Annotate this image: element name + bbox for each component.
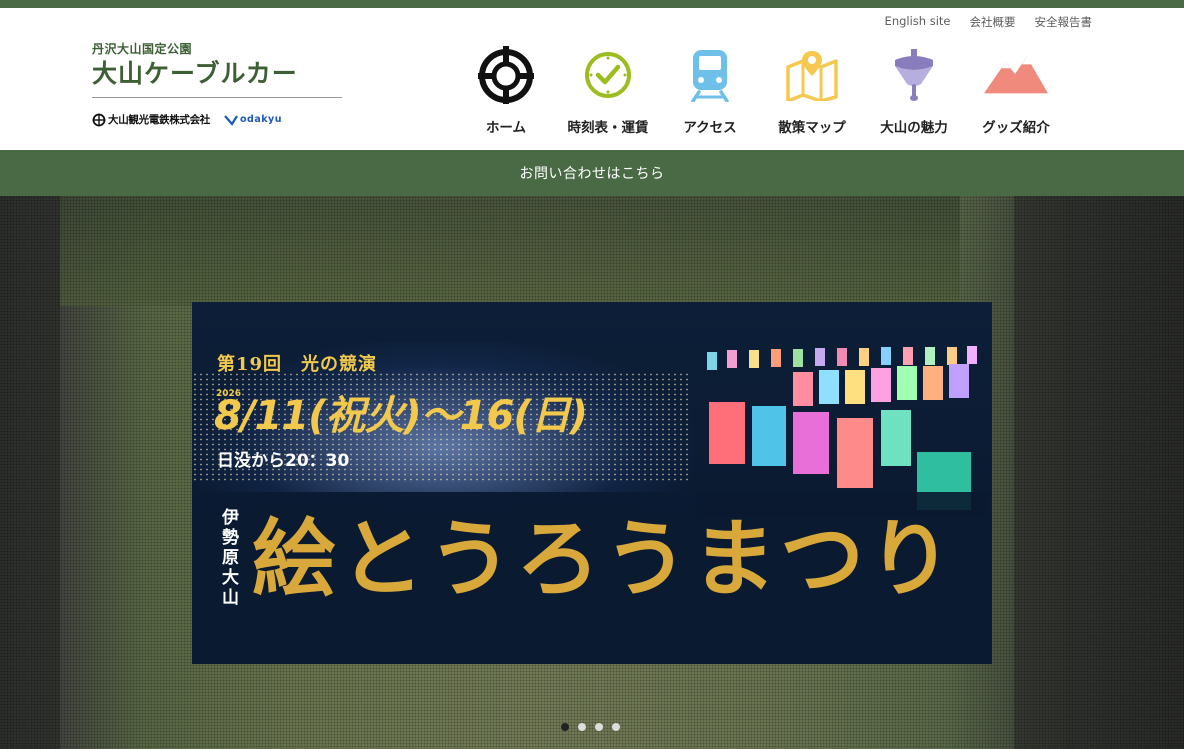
site-logo[interactable]: 丹沢大山国定公園 大山ケーブルカー 大山観光電鉄株式会社 odakyu [92, 40, 342, 127]
odakyu-logo: odakyu [224, 114, 282, 126]
slider-pagination [561, 723, 620, 731]
festival-banner[interactable]: 第19回 光の競演 2026 8/11(祝火)～16(日) 日没から20：30 … [192, 302, 992, 664]
company-overview-link[interactable]: 会社概要 [970, 14, 1016, 30]
slider-dot[interactable] [595, 723, 603, 731]
nav-label-goods: グッズ紹介 [982, 120, 1050, 136]
safety-report-link[interactable]: 安全報告書 [1035, 14, 1093, 30]
partner-logos: 大山観光電鉄株式会社 odakyu [92, 112, 342, 127]
nav-label-timetable: 時刻表・運賃 [567, 120, 649, 136]
banner-lanterns-image [697, 346, 987, 517]
odakyu-brand-name: odakyu [240, 114, 283, 125]
slider-dot[interactable] [578, 723, 586, 731]
banner-title: 絵とうろうまつり [252, 509, 957, 608]
site-header: English site 会社概要 安全報告書 丹沢大山国定公園 大山ケーブルカ… [0, 8, 1184, 150]
clock-icon [576, 42, 640, 108]
contact-link[interactable]: お問い合わせはこちら [520, 163, 665, 183]
home-logo-icon [474, 42, 538, 108]
map-icon [780, 42, 844, 108]
logo-divider [92, 97, 342, 98]
banner-time: 日没から20：30 [217, 451, 350, 471]
nav-label-access: アクセス [683, 120, 737, 136]
nav-item-attractions[interactable]: 大山の魅力 [863, 42, 965, 136]
utility-links: English site 会社概要 安全報告書 [885, 14, 1092, 30]
slider-dot[interactable] [612, 723, 620, 731]
nav-label-attractions: 大山の魅力 [880, 120, 948, 136]
nav-item-map[interactable]: 散策マップ [761, 42, 863, 136]
slider-dot[interactable] [561, 723, 569, 731]
hero-slider: 第19回 光の競演 2026 8/11(祝火)～16(日) 日没から20：30 … [0, 196, 1184, 749]
banner-edition: 第19回 光の競演 [217, 354, 378, 375]
nav-item-timetable[interactable]: 時刻表・運賃 [557, 42, 659, 136]
contact-bar: お問い合わせはこちら [0, 150, 1184, 196]
nav-item-goods[interactable]: グッズ紹介 [965, 42, 1067, 136]
logo-subtitle: 丹沢大山国定公園 [92, 42, 193, 56]
banner-place: 伊勢原大山 [222, 508, 239, 608]
main-nav: ホーム 時刻表・運賃 アクセス 散策マップ 大山の魅力 グッズ紹介 [455, 42, 1067, 136]
train-icon [678, 42, 742, 108]
mountain-icon [984, 42, 1048, 108]
top-accent-strip [0, 0, 1184, 8]
company-emblem-icon [92, 113, 106, 126]
banner-dates: 8/11(祝火)～16(日) [214, 393, 588, 439]
nav-label-home: ホーム [485, 120, 527, 136]
nav-item-access[interactable]: アクセス [659, 42, 761, 136]
spinning-top-icon [882, 42, 946, 108]
odakyu-mark-icon [224, 114, 238, 126]
partner-company-name: 大山観光電鉄株式会社 [108, 114, 210, 126]
nav-label-map: 散策マップ [778, 120, 846, 136]
partner-company-logo: 大山観光電鉄株式会社 [92, 112, 210, 127]
nav-item-home[interactable]: ホーム [455, 42, 557, 136]
logo-title: 大山ケーブルカー [92, 59, 298, 88]
english-site-link[interactable]: English site [885, 14, 951, 30]
